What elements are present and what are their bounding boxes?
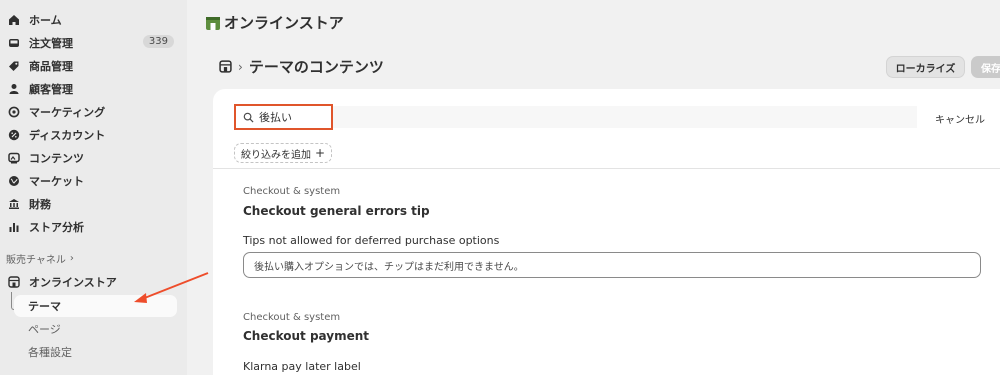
sidebar-item-label: ストア分析 bbox=[29, 221, 84, 234]
sidebar-item-customers[interactable]: 顧客管理 bbox=[0, 78, 178, 100]
divider bbox=[213, 168, 1000, 169]
entry-title: Checkout payment bbox=[243, 329, 370, 343]
entry-category: Checkout & system bbox=[243, 312, 341, 323]
sidebar-item-label: ホーム bbox=[29, 14, 62, 27]
field-label: Klarna pay later label bbox=[243, 360, 361, 373]
sales-channel-section[interactable]: 販売チャネル › bbox=[6, 251, 74, 266]
sidebar-item-orders[interactable]: 注文管理 339 bbox=[0, 32, 178, 54]
breadcrumb: › テーマのコンテンツ bbox=[219, 56, 384, 77]
translation-field-value: 後払い購入オプションでは、チップはまだ利用できません。 bbox=[254, 261, 524, 273]
globe-icon bbox=[8, 175, 20, 187]
sidebar-item-content[interactable]: コンテンツ bbox=[0, 147, 178, 169]
search-bar-background bbox=[333, 106, 917, 128]
sidebar-item-label: 商品管理 bbox=[29, 60, 73, 73]
search-query: 後払い bbox=[259, 111, 292, 124]
sidebar-item-settings[interactable]: 各種設定 bbox=[14, 341, 177, 363]
content-icon bbox=[8, 152, 20, 164]
sidebar-item-label: ディスカウント bbox=[29, 129, 106, 142]
sidebar-item-marketing[interactable]: マーケティング bbox=[0, 101, 178, 123]
tag-icon bbox=[8, 60, 20, 72]
entry-title: Checkout general errors tip bbox=[243, 204, 430, 218]
page-title: オンラインストア bbox=[224, 14, 344, 32]
sidebar-item-label: 顧客管理 bbox=[29, 83, 73, 96]
breadcrumb-title: テーマのコンテンツ bbox=[248, 58, 384, 76]
sidebar-item-label: 各種設定 bbox=[28, 346, 72, 359]
chevron-right-icon: › bbox=[69, 253, 74, 264]
sidebar-item-markets[interactable]: マーケット bbox=[0, 170, 178, 192]
search-input[interactable]: 後払い bbox=[234, 104, 333, 130]
sidebar-item-label: オンラインストア bbox=[29, 276, 117, 289]
store-logo-icon bbox=[206, 16, 220, 30]
content-card: 後払い キャンセル 絞り込みを追加 + Checkout & system Ch… bbox=[213, 89, 1000, 375]
entry-category: Checkout & system bbox=[243, 186, 341, 197]
localize-button[interactable]: ローカライズ bbox=[886, 56, 965, 78]
sidebar-item-label: 注文管理 bbox=[29, 37, 73, 50]
discount-icon bbox=[8, 129, 20, 141]
sidebar-item-pages[interactable]: ページ bbox=[14, 318, 177, 340]
home-icon bbox=[8, 14, 20, 26]
sales-channel-label: 販売チャネル bbox=[6, 255, 66, 266]
person-icon bbox=[8, 83, 20, 95]
main-area: オンラインストア › テーマのコンテンツ ローカライズ 保存 後払い キャンセル… bbox=[187, 0, 1000, 375]
chart-icon bbox=[8, 221, 20, 233]
target-icon bbox=[8, 106, 20, 118]
save-button[interactable]: 保存 bbox=[971, 56, 1000, 78]
inbox-icon bbox=[8, 37, 20, 49]
status-badge: 339 bbox=[142, 35, 174, 48]
sidebar: ホーム 注文管理 339 商品管理 顧客管理 マーケティング ディスカウント コ… bbox=[0, 0, 187, 375]
sidebar-item-label: コンテンツ bbox=[29, 152, 84, 165]
sidebar-item-label: ページ bbox=[28, 323, 61, 336]
sidebar-item-discounts[interactable]: ディスカウント bbox=[0, 124, 178, 146]
store-header: オンラインストア bbox=[205, 12, 344, 33]
sidebar-item-products[interactable]: 商品管理 bbox=[0, 55, 178, 77]
sidebar-item-home[interactable]: ホーム bbox=[0, 9, 178, 31]
sidebar-item-label: マーケット bbox=[29, 175, 84, 188]
add-filter-button[interactable]: 絞り込みを追加 + bbox=[234, 143, 333, 163]
sidebar-item-finance[interactable]: 財務 bbox=[0, 193, 178, 215]
plus-icon: + bbox=[315, 146, 326, 160]
sidebar-item-label: テーマ bbox=[28, 300, 61, 313]
sidebar-item-label: 財務 bbox=[29, 198, 51, 211]
annotation-arrow-icon bbox=[134, 272, 209, 303]
translation-field[interactable]: 後払い購入オプションでは、チップはまだ利用できません。 bbox=[243, 252, 981, 278]
add-filter-label: 絞り込みを追加 bbox=[241, 149, 311, 161]
store-icon bbox=[8, 276, 20, 288]
cancel-button[interactable]: キャンセル bbox=[935, 111, 985, 126]
chevron-right-icon: › bbox=[238, 59, 243, 74]
store-icon[interactable] bbox=[219, 60, 232, 73]
sidebar-item-label: マーケティング bbox=[29, 106, 106, 119]
search-icon bbox=[243, 112, 254, 123]
field-label: Tips not allowed for deferred purchase o… bbox=[243, 234, 500, 247]
bank-icon bbox=[8, 198, 20, 210]
sidebar-item-analytics[interactable]: ストア分析 bbox=[0, 216, 178, 238]
